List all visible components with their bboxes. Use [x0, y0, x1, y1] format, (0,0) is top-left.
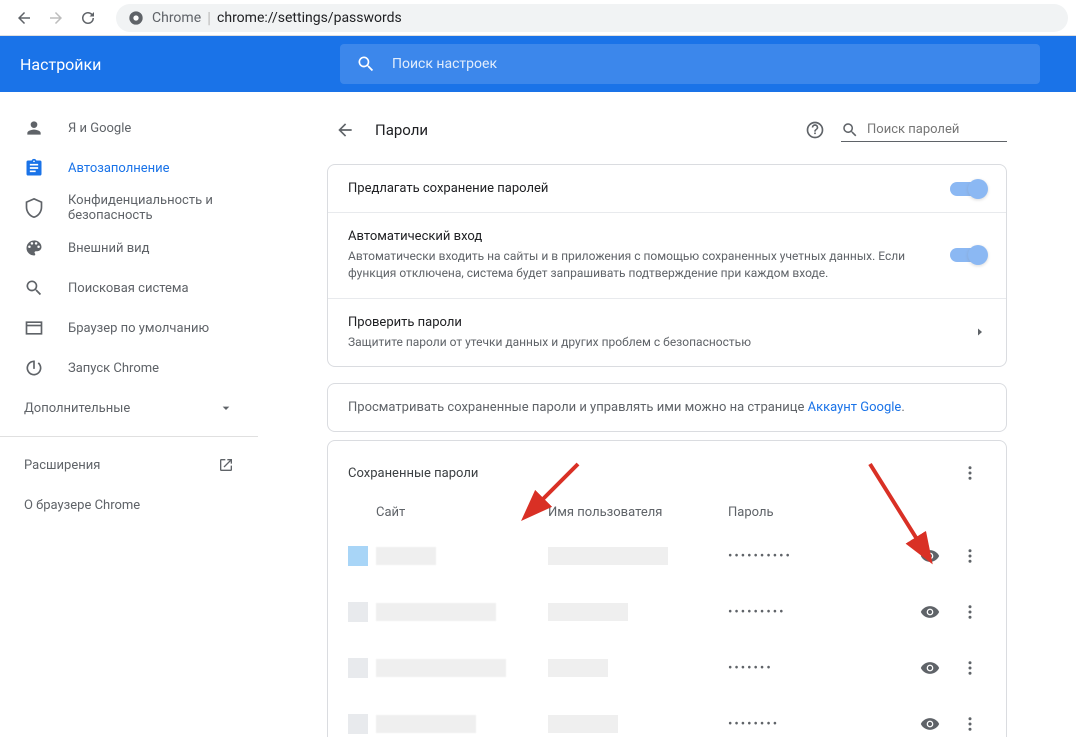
row-more-button[interactable] — [954, 652, 986, 684]
external-link-icon — [218, 457, 234, 473]
saved-passwords-more-button[interactable] — [954, 457, 986, 489]
search-icon — [841, 121, 859, 139]
password-row: ••••••• — [328, 640, 1006, 696]
col-site: Сайт — [348, 505, 548, 520]
password-masked: ••••••••• — [728, 605, 914, 620]
sidebar-item-appearance[interactable]: Внешний вид — [0, 228, 258, 268]
username-blurred — [548, 547, 668, 565]
password-masked: •••••••• — [728, 717, 914, 732]
auto-signin-row: Автоматический вход Автоматически входит… — [328, 212, 1006, 298]
sidebar-item-default-browser[interactable]: Браузер по умолчанию — [0, 308, 258, 348]
offer-save-toggle[interactable] — [950, 182, 986, 196]
password-columns: Сайт Имя пользователя Пароль — [328, 497, 1006, 528]
address-bar[interactable]: Chrome | chrome://settings/passwords — [116, 4, 1068, 32]
row-more-button[interactable] — [954, 596, 986, 628]
site-favicon — [348, 658, 368, 678]
page-title: Пароли — [375, 121, 797, 139]
check-passwords-row[interactable]: Проверить пароли Защитите пароли от утеч… — [328, 298, 1006, 367]
row-more-button[interactable] — [954, 708, 986, 737]
person-icon — [24, 118, 44, 138]
google-account-info: Просматривать сохраненные пароли и управ… — [327, 383, 1007, 432]
help-button[interactable] — [797, 112, 833, 148]
url-path: chrome://settings/passwords — [217, 10, 402, 26]
sidebar-advanced-toggle[interactable]: Дополнительные — [0, 388, 258, 428]
sidebar-about-link[interactable]: О браузере Chrome — [0, 485, 258, 525]
sidebar-item-privacy[interactable]: Конфиденциальность и безопасность — [0, 188, 258, 228]
search-icon — [356, 54, 376, 74]
shield-icon — [24, 198, 44, 218]
saved-passwords-header: Сохраненные пароли — [328, 441, 1006, 497]
site-favicon — [348, 714, 368, 734]
sidebar-item-label: Автозаполнение — [68, 161, 234, 176]
chrome-icon — [128, 10, 144, 26]
password-row: •••••••••• — [328, 528, 1006, 584]
sidebar-item-autofill[interactable]: Автозаполнение — [0, 148, 258, 188]
check-title: Проверить пароли — [348, 315, 974, 330]
show-password-button[interactable] — [914, 540, 946, 572]
settings-search-box[interactable] — [340, 44, 1040, 84]
content-area: Пароли Предлагать сохранение паролей Авт… — [258, 92, 1076, 737]
username-blurred — [548, 659, 608, 677]
page-header: Пароли — [327, 108, 1007, 152]
password-masked: ••••••• — [728, 661, 914, 676]
auto-signin-toggle[interactable] — [950, 248, 986, 262]
site-name-blurred — [376, 603, 496, 621]
settings-search-input[interactable] — [392, 56, 1024, 72]
show-password-button[interactable] — [914, 596, 946, 628]
sidebar-item-label: Конфиденциальность и безопасность — [68, 193, 234, 223]
chevron-down-icon — [218, 400, 234, 416]
col-pass: Пароль — [728, 505, 986, 520]
google-account-link[interactable]: Аккаунт Google — [808, 400, 902, 415]
settings-title: Настройки — [20, 55, 340, 74]
sidebar-item-label: Браузер по умолчанию — [68, 321, 234, 336]
url-origin: Chrome — [152, 10, 201, 26]
offer-save-title: Предлагать сохранение паролей — [348, 181, 950, 196]
browser-icon — [24, 318, 44, 338]
saved-passwords-title: Сохраненные пароли — [348, 466, 478, 481]
auto-signin-desc: Автоматически входить на сайты и в прило… — [348, 248, 950, 282]
password-search-box[interactable] — [841, 119, 1007, 142]
browser-toolbar: Chrome | chrome://settings/passwords — [0, 0, 1076, 36]
password-row: •••••••• — [328, 696, 1006, 737]
check-desc: Защитите пароли от утечки данных и други… — [348, 334, 974, 351]
power-icon — [24, 358, 44, 378]
sidebar-item-label: Запуск Chrome — [68, 361, 234, 376]
sidebar-item-label: Я и Google — [68, 121, 234, 136]
sidebar-extensions-link[interactable]: Расширения — [0, 445, 258, 485]
show-password-button[interactable] — [914, 708, 946, 737]
settings-header: Настройки — [0, 36, 1076, 92]
clipboard-icon — [24, 158, 44, 178]
auto-signin-title: Автоматический вход — [348, 229, 950, 244]
back-nav-button[interactable] — [8, 2, 40, 34]
reload-button[interactable] — [72, 2, 104, 34]
username-blurred — [548, 603, 628, 621]
site-favicon — [348, 546, 368, 566]
sidebar-item-label: Внешний вид — [68, 241, 234, 256]
offer-save-row: Предлагать сохранение паролей — [328, 165, 1006, 212]
saved-passwords-card: Сохраненные пароли Сайт Имя пользователя… — [327, 440, 1007, 737]
sidebar-item-search-engine[interactable]: Поисковая система — [0, 268, 258, 308]
col-user: Имя пользователя — [548, 505, 728, 520]
palette-icon — [24, 238, 44, 258]
username-blurred — [548, 715, 618, 733]
chevron-right-icon — [974, 323, 986, 342]
password-masked: •••••••••• — [728, 549, 914, 564]
show-password-button[interactable] — [914, 652, 946, 684]
forward-nav-button[interactable] — [40, 2, 72, 34]
sidebar-item-you-and-google[interactable]: Я и Google — [0, 108, 258, 148]
search-icon — [24, 278, 44, 298]
password-row: ••••••••• — [328, 584, 1006, 640]
site-name-blurred — [376, 715, 476, 733]
row-more-button[interactable] — [954, 540, 986, 572]
password-search-input[interactable] — [867, 122, 1007, 137]
back-button[interactable] — [327, 112, 363, 148]
sidebar: Я и Google Автозаполнение Конфиденциальн… — [0, 92, 258, 737]
site-favicon — [348, 602, 368, 622]
settings-card: Предлагать сохранение паролей Автоматиче… — [327, 164, 1007, 367]
sidebar-item-startup[interactable]: Запуск Chrome — [0, 348, 258, 388]
site-name-blurred — [376, 659, 506, 677]
site-name-blurred — [376, 547, 436, 565]
divider — [0, 436, 258, 437]
sidebar-item-label: Поисковая система — [68, 281, 234, 296]
